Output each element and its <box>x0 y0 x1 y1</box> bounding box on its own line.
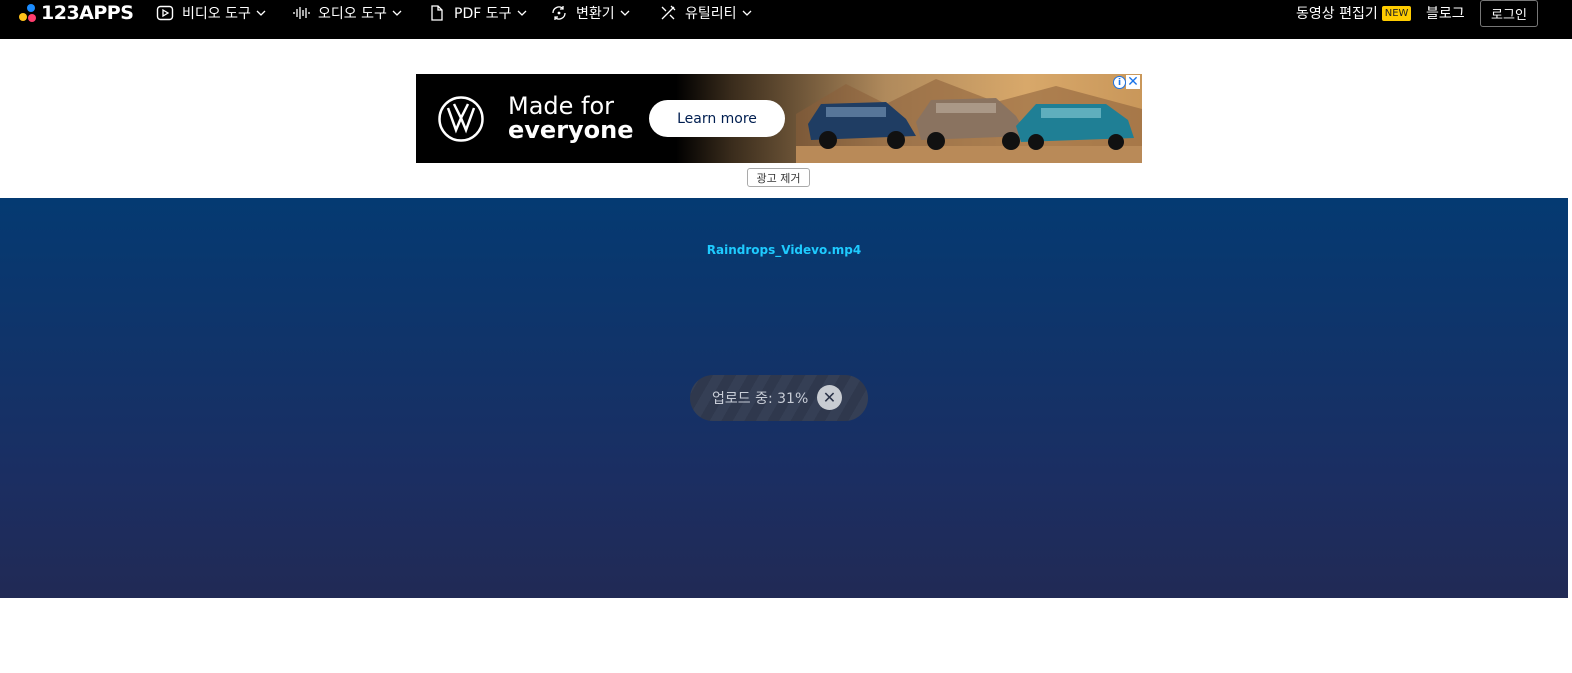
convert-icon <box>552 6 566 20</box>
ad-learn-more-button[interactable]: Learn more <box>649 100 785 137</box>
nav-video-tools[interactable]: 비디오 도구 <box>156 4 266 22</box>
audio-wave-icon <box>293 7 310 19</box>
ad-headline-line2: everyone <box>508 116 634 144</box>
upload-tool-area: Raindrops_Videvo.mp4 업로드 중: 31% ✕ <box>0 198 1568 598</box>
nav-converters-label: 변환기 <box>576 6 615 22</box>
nav-utilities[interactable]: 유틸리티 <box>659 4 752 22</box>
ad-headline: Made for everyone <box>508 94 634 142</box>
nav-audio-tools[interactable]: 오디오 도구 <box>292 4 402 22</box>
upload-status-text: 업로드 중: 31% <box>712 391 809 407</box>
ad-close-icon[interactable]: ✕ <box>1126 75 1140 89</box>
login-button[interactable]: 로그인 <box>1480 0 1538 27</box>
video-editor-label: 동영상 편집기 <box>1296 6 1378 22</box>
chevron-down-icon <box>517 10 526 16</box>
remove-ad-button[interactable]: 광고 제거 <box>747 168 810 187</box>
logo[interactable]: 123APPS <box>18 2 134 24</box>
chevron-down-icon <box>392 10 402 16</box>
logo-mark-icon <box>18 3 38 23</box>
upload-progress-pill: 업로드 중: 31% ✕ <box>690 375 868 421</box>
tools-icon <box>661 5 676 20</box>
chevron-down-icon <box>742 10 751 16</box>
nav-pdf-tools-label: PDF 도구 <box>454 6 512 22</box>
blog-label: 블로그 <box>1426 6 1465 22</box>
nav-audio-tools-label: 오디오 도구 <box>318 6 387 22</box>
video-editor-link[interactable]: 동영상 편집기 NEW <box>1296 4 1412 22</box>
ad-headline-line1: Made for <box>508 92 615 120</box>
file-name: Raindrops_Videvo.mp4 <box>706 243 862 257</box>
volkswagen-logo-icon <box>438 96 484 142</box>
chevron-down-icon <box>620 10 630 16</box>
blog-link[interactable]: 블로그 <box>1426 4 1465 22</box>
nav-converters[interactable]: 변환기 <box>550 4 630 22</box>
logo-text: 123APPS <box>41 2 134 24</box>
cancel-upload-icon[interactable]: ✕ <box>817 385 842 410</box>
video-play-icon <box>156 5 174 21</box>
chevron-down-icon <box>256 10 266 16</box>
top-navigation: 123APPS 비디오 도구 오디오 도구 PDF 도구 변환기 유틸리티 동영… <box>0 0 1572 39</box>
document-icon <box>431 5 443 21</box>
new-badge: NEW <box>1381 5 1412 21</box>
nav-video-tools-label: 비디오 도구 <box>182 6 251 22</box>
advertisement-banner[interactable]: Made for everyone Learn more i ✕ <box>416 74 1142 163</box>
nav-utilities-label: 유틸리티 <box>685 6 737 22</box>
ad-info-icon[interactable]: i <box>1113 76 1126 89</box>
nav-pdf-tools[interactable]: PDF 도구 <box>428 4 527 22</box>
